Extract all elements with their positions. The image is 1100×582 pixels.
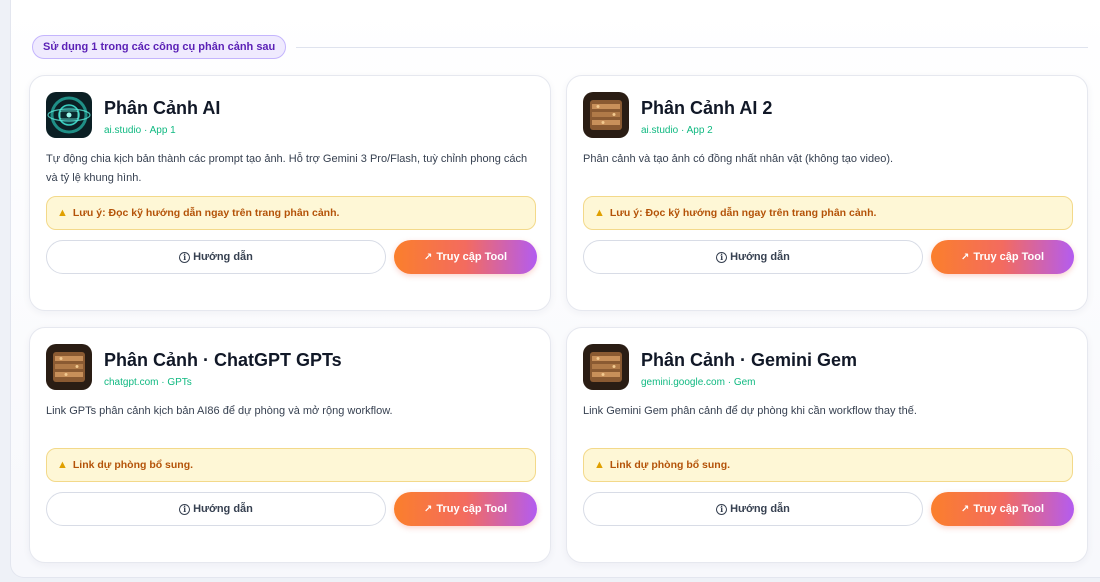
card-title: Phân Cảnh · Gemini Gem: [641, 350, 858, 370]
access-tool-button[interactable]: ↗ Truy cập Tool: [394, 492, 537, 526]
card-note: ▲ Link dự phòng bổ sung.: [46, 448, 536, 482]
guide-button-label: Hướng dẫn: [730, 503, 790, 515]
card-note-text: Link dự phòng bổ sung.: [609, 459, 731, 471]
card-note: ▲ Lưu ý: Đọc kỹ hướng dẫn ngay trên tran…: [583, 196, 1073, 230]
card-note: ▲ Link dự phòng bổ sung.: [583, 448, 1073, 482]
card-note-text: Link dự phòng bổ sung.: [72, 459, 194, 471]
card-subtitle: ai.studio · App 2: [641, 125, 713, 136]
access-tool-button[interactable]: ↗ Truy cập Tool: [931, 492, 1074, 526]
access-tool-button[interactable]: ↗ Truy cập Tool: [394, 240, 537, 274]
guide-button[interactable]: i Hướng dẫn: [46, 240, 386, 274]
film-reel-app-icon: [583, 92, 629, 138]
arrow-up-right-icon: ↗: [960, 503, 970, 515]
card-title: Phân Cảnh AI 2: [641, 98, 773, 118]
section-header: Sử dụng 1 trong các công cụ phân cảnh sa…: [32, 34, 1088, 60]
film-reel-app-icon: [583, 344, 629, 390]
section-divider: [296, 46, 1088, 48]
card-description: Link Gemini Gem phân cảnh để dự phòng kh…: [583, 405, 917, 417]
arrow-up-right-icon: ↗: [423, 503, 433, 515]
access-tool-label: Truy cập Tool: [436, 251, 508, 263]
tool-card-chatgpt-gpts: Phân Cảnh · ChatGPT GPTs chatgpt.com · G…: [29, 327, 551, 563]
access-tool-label: Truy cập Tool: [973, 503, 1045, 515]
card-subtitle: ai.studio · App 1: [104, 125, 176, 136]
tool-card-phan-canh-ai: Phân Cảnh AI ai.studio · App 1 Tự động c…: [29, 75, 551, 311]
card-title: Phân Cảnh · ChatGPT GPTs: [104, 350, 342, 370]
guide-button-label: Hướng dẫn: [730, 251, 790, 263]
tool-card-gemini-gem: Phân Cảnh · Gemini Gem gemini.google.com…: [566, 327, 1088, 563]
info-icon: i: [716, 251, 728, 263]
card-note-text: Lưu ý: Đọc kỹ hướng dẫn ngay trên trang …: [609, 207, 877, 219]
card-note: ▲ Lưu ý: Đọc kỹ hướng dẫn ngay trên tran…: [46, 196, 536, 230]
warning-icon: ▲: [594, 459, 605, 471]
card-subtitle: chatgpt.com · GPTs: [104, 377, 192, 388]
card-subtitle: gemini.google.com · Gem: [641, 377, 756, 388]
access-tool-button[interactable]: ↗ Truy cập Tool: [931, 240, 1074, 274]
info-icon: i: [179, 251, 191, 263]
info-icon: i: [716, 503, 728, 515]
warning-icon: ▲: [594, 207, 605, 219]
guide-button[interactable]: i Hướng dẫn: [583, 492, 923, 526]
section-label: Sử dụng 1 trong các công cụ phân cảnh sa…: [32, 35, 287, 59]
guide-button-label: Hướng dẫn: [193, 251, 253, 263]
card-description: Tự động chia kịch bản thành các prompt t…: [46, 153, 528, 184]
arrow-up-right-icon: ↗: [960, 251, 970, 263]
access-tool-label: Truy cập Tool: [436, 503, 508, 515]
tool-card-phan-canh-ai-2: Phân Cảnh AI 2 ai.studio · App 2 Phân cả…: [566, 75, 1088, 311]
card-description: Link GPTs phân cảnh kịch bản AI86 để dự …: [46, 405, 393, 417]
info-icon: i: [179, 503, 191, 515]
film-reel-app-icon: [46, 344, 92, 390]
card-description: Phân cảnh và tạo ảnh có đồng nhất nhân v…: [583, 153, 894, 165]
guide-button[interactable]: i Hướng dẫn: [46, 492, 386, 526]
access-tool-label: Truy cập Tool: [973, 251, 1045, 263]
guide-button-label: Hướng dẫn: [193, 503, 253, 515]
guide-button[interactable]: i Hướng dẫn: [583, 240, 923, 274]
warning-icon: ▲: [57, 459, 68, 471]
ai-studio-app-icon: [46, 92, 92, 138]
arrow-up-right-icon: ↗: [423, 251, 433, 263]
warning-icon: ▲: [57, 207, 68, 219]
card-title: Phân Cảnh AI: [104, 98, 221, 118]
card-note-text: Lưu ý: Đọc kỹ hướng dẫn ngay trên trang …: [72, 207, 340, 219]
